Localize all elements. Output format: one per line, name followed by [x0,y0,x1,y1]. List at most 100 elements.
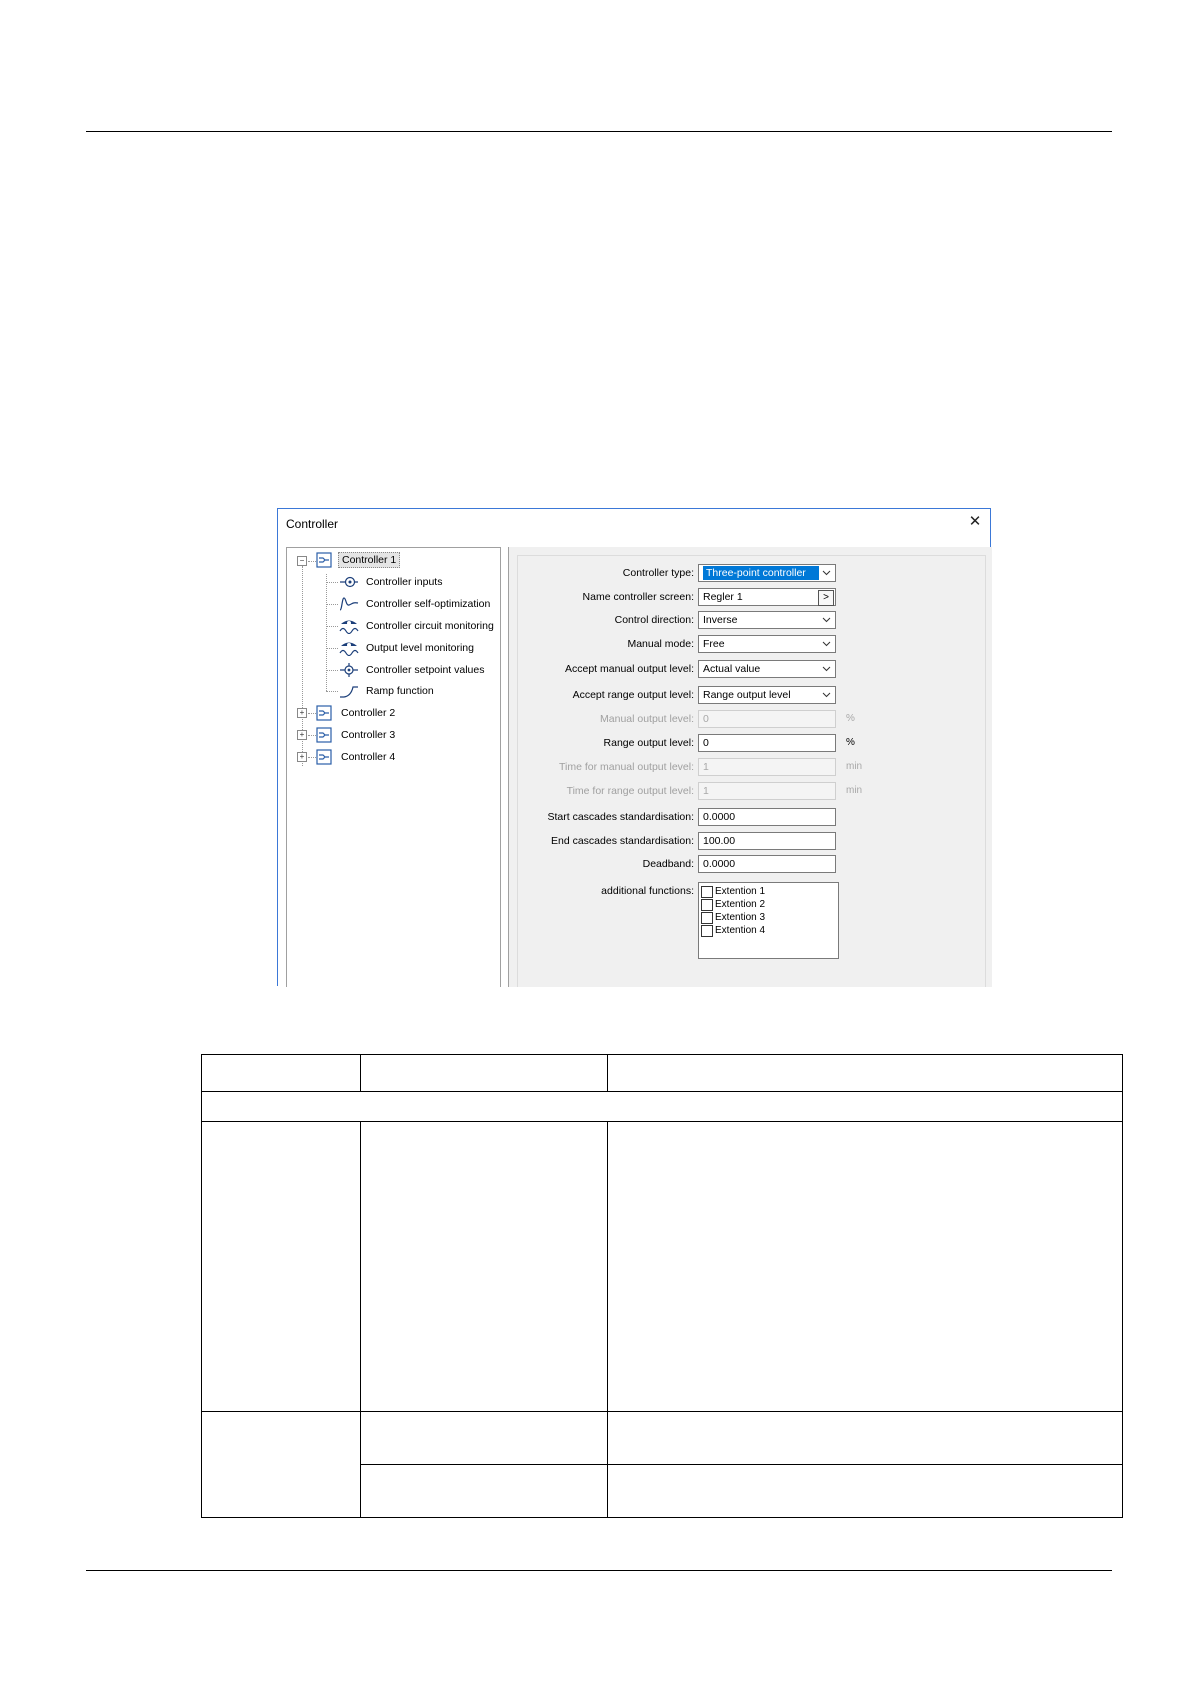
row-time-range-output: Time for range output level: 1 min [518,782,998,802]
close-icon[interactable]: ✕ [966,513,984,531]
expand-icon[interactable]: + [297,752,307,762]
table-cell [201,1091,1123,1122]
table-cell [201,1411,361,1518]
tree-item-setpoint-values[interactable]: Controller setpoint values [339,661,487,679]
extention-3-option[interactable]: Extention 3 [701,911,836,924]
row-manual-output-level: Manual output level: 0 % [518,710,998,730]
controller-icon [316,705,332,721]
deadband-input[interactable]: 0.0000 [698,855,836,873]
table-cell [607,1411,1123,1465]
footer-rule [86,1570,1112,1571]
tree-item-circuit-monitoring[interactable]: Controller circuit monitoring [339,617,497,635]
controller-dialog: Controller ✕ − Controller 1 Controller i… [277,508,992,987]
accept-manual-output-select[interactable]: Actual value [698,660,836,678]
row-manual-mode: Manual mode: Free [518,635,998,655]
dialog-title: Controller [286,517,339,531]
tree-connector [326,670,338,671]
range-output-level-input[interactable]: 0 [698,734,836,752]
header-rule [86,131,1112,132]
chevron-down-icon [822,641,831,647]
expand-icon[interactable]: + [297,730,307,740]
control-direction-select[interactable]: Inverse [698,611,836,629]
chevron-down-icon [822,617,831,623]
controller-icon [316,552,332,568]
tree-item-self-optimization[interactable]: Controller self-optimization [339,595,493,613]
table-section-row [201,1091,1123,1122]
self-optimization-icon [339,597,359,611]
tree-connector [326,691,338,692]
table-cell [360,1054,608,1092]
start-cascades-input[interactable]: 0.0000 [698,808,836,826]
table-cell [201,1054,361,1092]
table-row [201,1411,1123,1518]
table-row [201,1121,1123,1412]
additional-functions-list: Extention 1 Extention 2 Extention 3 Exte… [698,882,839,959]
checkbox[interactable] [701,898,713,911]
end-cascades-input[interactable]: 100.00 [698,832,836,850]
extention-4-option[interactable]: Extention 4 [701,924,836,937]
tree-item-ramp-function[interactable]: Ramp function [339,682,437,700]
controller-inputs-icon [340,576,358,588]
settings-panel: Controller type: Three-point controller … [508,547,992,987]
accept-range-output-select[interactable]: Range output level [698,686,836,704]
tree-connector [326,604,338,605]
tree-connector [326,574,327,691]
output-monitoring-icon [339,642,359,656]
extention-2-option[interactable]: Extention 2 [701,898,836,911]
tree-item-controller-3[interactable]: Controller 3 [316,726,398,744]
controller-icon [316,749,332,765]
text-select-button[interactable]: > [818,590,834,606]
manual-mode-select[interactable]: Free [698,635,836,653]
tree-item-controller-1[interactable]: Controller 1 [316,551,401,569]
checkbox[interactable] [701,885,713,898]
table-cell [360,1411,608,1465]
manual-output-level-input: 0 [698,710,836,728]
row-accept-manual-output: Accept manual output level: Actual value [518,660,998,680]
expand-icon[interactable]: + [297,708,307,718]
table-cell [607,1054,1123,1092]
row-additional-functions: additional functions: Extention 1 Extent… [518,882,998,960]
tree-connector [308,735,316,736]
tree-connector [326,648,338,649]
setpoint-icon [340,663,358,677]
row-end-cascades: End cascades standardisation: 100.00 [518,832,998,852]
row-name-controller-screen: Name controller screen: Regler 1 > [518,588,998,608]
settings-group: Controller type: Three-point controller … [517,555,986,987]
ramp-icon [340,686,358,698]
table-cell [607,1464,1123,1518]
controller-tree[interactable]: − Controller 1 Controller inputs Control… [286,547,501,987]
chevron-down-icon [822,666,831,672]
row-accept-range-output: Accept range output level: Range output … [518,686,998,706]
row-controller-type: Controller type: Three-point controller [518,564,998,584]
tree-item-controller-inputs[interactable]: Controller inputs [339,573,445,591]
checkbox[interactable] [701,911,713,924]
chevron-down-icon [822,692,831,698]
row-deadband: Deadband: 0.0000 [518,855,998,875]
collapse-icon[interactable]: − [297,556,307,566]
row-start-cascades: Start cascades standardisation: 0.0000 [518,808,998,828]
chevron-down-icon [822,570,831,576]
table-cell [607,1121,1123,1412]
table-cell [360,1121,608,1412]
extention-1-option[interactable]: Extention 1 [701,885,836,898]
tree-connector [308,757,316,758]
time-range-output-input: 1 [698,782,836,800]
tree-connector [326,582,338,583]
name-controller-screen-input[interactable]: Regler 1 > [698,588,836,606]
controller-type-select[interactable]: Three-point controller [698,564,836,582]
row-range-output-level: Range output level: 0 % [518,734,998,754]
tree-connector [308,713,316,714]
table-cell [360,1464,608,1518]
table-header-row [201,1054,1123,1092]
controller-icon [316,727,332,743]
tree-item-controller-4[interactable]: Controller 4 [316,748,398,766]
parameter-table [201,1054,1123,1518]
checkbox[interactable] [701,924,713,937]
tree-connector [308,561,316,562]
tree-item-controller-2[interactable]: Controller 2 [316,704,398,722]
circuit-monitoring-icon [339,620,359,634]
table-cell [201,1121,361,1412]
row-time-manual-output: Time for manual output level: 1 min [518,758,998,778]
tree-connector [326,626,338,627]
tree-item-output-monitoring[interactable]: Output level monitoring [339,639,477,657]
